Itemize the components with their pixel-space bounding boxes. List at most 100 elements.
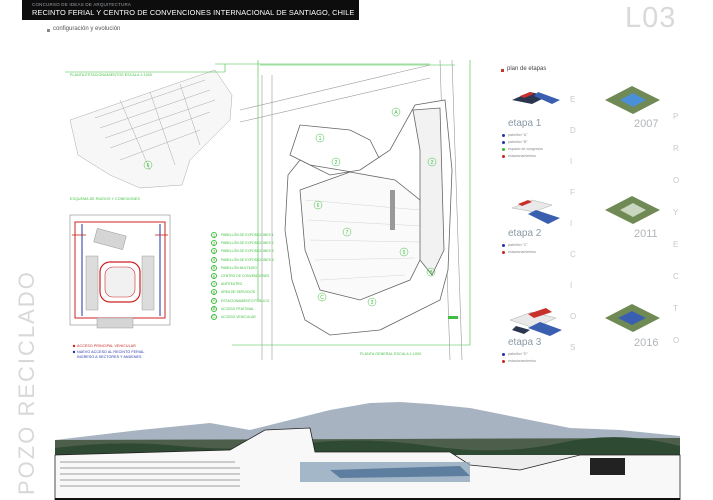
legend-key-circle: B [211, 305, 217, 312]
stage-legend-dot [502, 140, 505, 144]
site-legend-row: 7 ANFITEATRO [211, 280, 274, 288]
stage-year: 2007 [634, 118, 659, 130]
stage-label: etapa 2 [508, 228, 542, 239]
stage-year: 2016 [634, 337, 659, 349]
legend-key-text: PABELLÓN DE EXPOSICIONES 1 [221, 233, 274, 238]
site-legend-row: 2 PABELLÓN DE EXPOSICIONES 2 [211, 239, 274, 247]
corner-note-2: NUEVO ACCESO AL RECINTO FERIAL [77, 350, 145, 354]
site-legend-row: 1 PABELLÓN DE EXPOSICIONES 1 [211, 231, 274, 239]
svg-text:5: 5 [403, 250, 406, 256]
vertical-letter: I [570, 157, 573, 166]
legend-key-text: ÁREA DE SERVICIOS [221, 290, 256, 295]
vertical-letter: E [673, 240, 679, 249]
stages-bullet [501, 69, 504, 72]
svg-text:C: C [320, 295, 324, 301]
vertical-letter: F [570, 188, 575, 197]
site-legend-row: C ACCESO VEHICULAR [211, 313, 274, 321]
stage-legend-text: espacio de congresos [508, 147, 543, 151]
corner-scheme-title: ESQUEMA DE RUIDOS Y CONEXIONES [70, 197, 140, 201]
legend-key-circle: 7 [211, 281, 217, 288]
stage-legend-item: pabellón "A" [502, 133, 528, 137]
vertical-letter: R [673, 144, 679, 153]
legend-key-text: ACCESO PEATONAL [221, 306, 255, 311]
parking-plan [69, 69, 233, 189]
legend-key-circle: 6 [211, 273, 217, 280]
stage-legend-text: pabellón "B" [508, 140, 528, 144]
stage-legend-text: pabellón "A" [508, 133, 528, 137]
stage-legend-dot [502, 133, 505, 137]
general-plan-title: PLANTA GENERAL ESCALA 1:1000 [360, 352, 422, 356]
site-legend: 1 PABELLÓN DE EXPOSICIONES 1 2 PABELLÓN DE … [211, 231, 274, 321]
legend-key-circle: 4 [211, 256, 217, 263]
stage-legend-dot [502, 352, 505, 356]
stage-legend-item: estacionamientos [502, 359, 536, 363]
vertical-letter: S [570, 343, 576, 352]
svg-text:2: 2 [431, 160, 434, 166]
vertical-letter: O [570, 312, 577, 321]
stages-title: plan de etapas [507, 66, 547, 72]
legend-key-circle: C [211, 313, 217, 320]
legend-key-circle: 2 [211, 240, 217, 247]
vertical-letter: Y [673, 208, 679, 217]
site-legend-row: 5 PABELLÓN MULTIUSO [211, 264, 274, 272]
corner-note-1: ACCESO PRINCIPAL VEHICULAR [77, 344, 136, 348]
site-legend-row: A ESTACIONAMIENTO PÚBLICO [211, 297, 274, 305]
stage-legend-item: estacionamientos [502, 250, 536, 254]
stage-legend-dot [502, 154, 505, 158]
stage-legend-dot [502, 243, 505, 247]
stage-label: etapa 1 [508, 118, 542, 129]
legend-key-text: CENTRO DE CONVENCIONES [221, 274, 270, 279]
vertical-letter: I [570, 281, 573, 290]
stage-legend-dot [502, 147, 505, 151]
site-legend-row: B ACCESO PEATONAL [211, 305, 274, 313]
stage-legend-text: estacionamientos [508, 250, 536, 254]
svg-text:8: 8 [430, 270, 433, 276]
parking-plan-title: PLANTA ESTACIONAMIENTOS ESCALA 1:1000 [70, 73, 152, 77]
vertical-letter: E [570, 95, 576, 104]
stage-legend-dot [502, 250, 505, 254]
site-legend-row: 6 CENTRO DE CONVENCIONES [211, 272, 274, 280]
vertical-letter: D [570, 126, 576, 135]
vertical-letter: C [673, 272, 679, 281]
stage-legend-item: estacionamientos [502, 154, 536, 158]
legend-key-text: ACCESO VEHICULAR [221, 314, 256, 319]
stage-legend-text: estacionamientos [508, 359, 536, 363]
svg-text:2: 2 [335, 160, 338, 166]
legend-key-text: ESTACIONAMIENTO PÚBLICO [221, 298, 270, 303]
stage-legend-text: pabellón "D" [508, 352, 528, 356]
legend-key-text: PABELLÓN DE EXPOSICIONES 2 [221, 241, 274, 246]
legend-key-text: PABELLÓN MULTIUSO [221, 265, 257, 270]
svg-text:3: 3 [371, 300, 374, 306]
legend-key-circle: 8 [211, 289, 217, 296]
svg-text:6: 6 [317, 203, 320, 209]
stage-legend-item: pabellón "C" [502, 243, 528, 247]
svg-text:6: 6 [147, 163, 150, 169]
legend-key-circle: 5 [211, 264, 217, 271]
vertical-letter: I [570, 219, 573, 228]
stage-legend-item: espacio de congresos [502, 147, 543, 151]
stage-legend-dot [502, 359, 505, 363]
svg-text:A: A [394, 110, 398, 116]
site-legend-row: 3 PABELLÓN DE EXPOSICIONES 3 [211, 247, 274, 255]
legend-key-circle: 3 [211, 248, 217, 255]
stage-legend-item: pabellón "B" [502, 140, 528, 144]
legend-key-text: ANFITEATRO [221, 282, 243, 287]
vertical-letter: O [673, 176, 680, 185]
site-legend-row: 4 PABELLÓN DE EXPOSICIONES 4 [211, 256, 274, 264]
legend-key-text: PABELLÓN DE EXPOSICIONES 3 [221, 249, 274, 254]
corner-note-3: INGRESO A SECTORES Y ANDENES [77, 355, 142, 359]
legend-key-text: PABELLÓN DE EXPOSICIONES 4 [221, 257, 274, 262]
stage-legend-item: pabellón "D" [502, 352, 528, 356]
vertical-letter: O [673, 336, 680, 345]
site-legend-row: 8 ÁREA DE SERVICIOS [211, 288, 274, 296]
svg-text:7: 7 [346, 230, 349, 236]
vertical-letter: C [570, 250, 576, 259]
vertical-letter: T [673, 304, 678, 313]
stage-label: etapa 3 [508, 337, 542, 348]
svg-text:1: 1 [319, 136, 322, 142]
stage-legend-text: estacionamientos [508, 154, 536, 158]
stage-year: 2011 [634, 228, 658, 240]
stage-legend-text: pabellón "C" [508, 243, 528, 247]
vertical-letter: P [673, 112, 679, 121]
legend-key-circle: 1 [211, 232, 217, 239]
